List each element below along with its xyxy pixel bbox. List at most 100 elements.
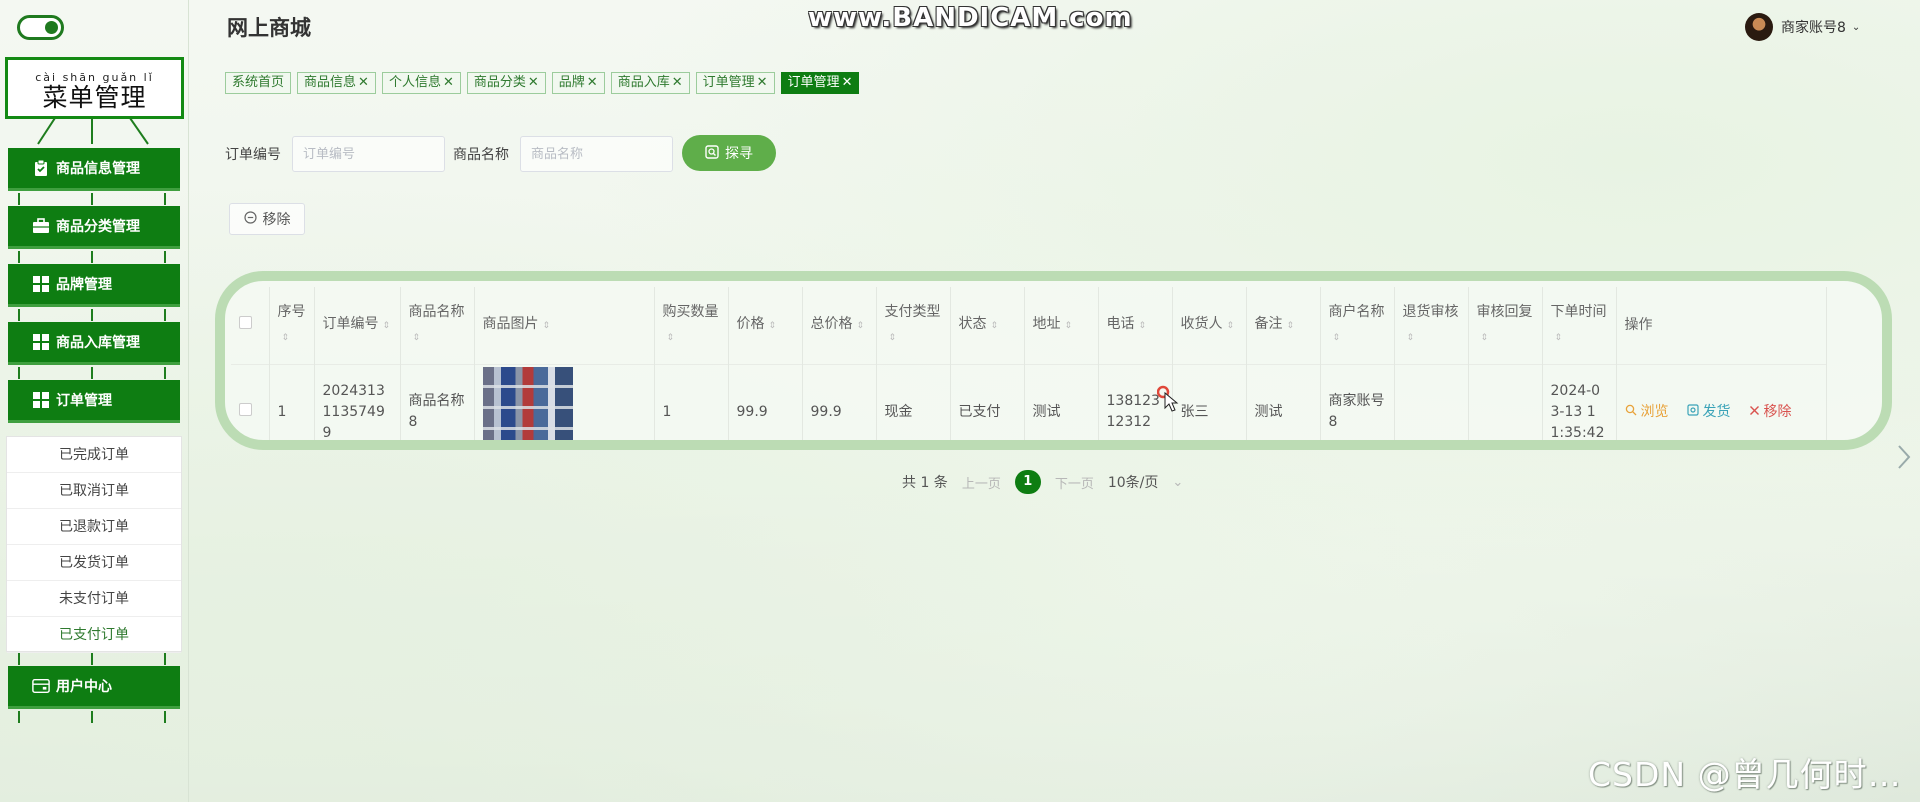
submenu-item-refunded[interactable]: 已退款订单	[7, 509, 181, 545]
col-header-product-name[interactable]: 商品名称⇕	[400, 287, 475, 364]
tab-product-info[interactable]: 商品信息 ✕	[297, 72, 376, 94]
sort-icon[interactable]: ⇕	[991, 321, 999, 331]
cell-total: 99.9	[802, 363, 877, 440]
sidebar: cài shān guǎn lǐ 菜单管理 商品信息管理 商品分类管理 品牌管理…	[0, 0, 189, 802]
user-menu[interactable]: 商家账号8 ⌄	[1745, 13, 1860, 41]
col-header-pay-type[interactable]: 支付类型⇕	[876, 287, 951, 364]
delete-action-label: 移除	[1763, 403, 1792, 420]
col-header-status[interactable]: 状态 ⇕	[950, 287, 1025, 364]
sort-icon[interactable]: ⇕	[1481, 333, 1489, 343]
col-header-phone[interactable]: 电话 ⇕	[1098, 287, 1173, 364]
order-no-input[interactable]	[292, 136, 445, 172]
order-table-container: 序号⇕ 订单编号 ⇕ 商品名称⇕ 商品图片 ⇕ 购买数量⇕ 价格 ⇕ 总价格 ⇕ 支付类…	[215, 271, 1892, 450]
sort-icon[interactable]: ⇕	[769, 321, 777, 331]
col-header-address[interactable]: 地址 ⇕	[1024, 287, 1099, 364]
select-all-checkbox[interactable]	[239, 316, 252, 330]
submenu-item-unpaid[interactable]: 未支付订单	[7, 581, 181, 617]
sidebar-item-product-info[interactable]: 商品信息管理	[8, 148, 180, 191]
sort-icon[interactable]: ⇕	[857, 321, 865, 331]
submenu-item-paid[interactable]: 已支付订单	[7, 617, 181, 653]
ship-icon	[1686, 402, 1699, 423]
menu-sign: cài shān guǎn lǐ 菜单管理	[5, 57, 184, 119]
sidebar-item-brand[interactable]: 品牌管理	[8, 264, 180, 307]
col-header-review-reply[interactable]: 审核回复⇕	[1468, 287, 1543, 364]
sort-icon[interactable]: ⇕	[1555, 333, 1563, 343]
tab-order-management[interactable]: 订单管理 ✕	[695, 72, 775, 94]
submenu-item-completed[interactable]: 已完成订单	[7, 437, 181, 473]
menu-sign-title: 菜单管理	[42, 83, 147, 112]
page-number-current[interactable]: 1	[1014, 470, 1041, 494]
sort-icon[interactable]: ⇕	[1407, 333, 1415, 343]
mouse-cursor-icon	[1157, 385, 1179, 412]
next-page-button[interactable]: 下一页	[1055, 473, 1094, 492]
tab-label: 品牌	[558, 75, 585, 90]
col-header-return-review[interactable]: 退货审核⇕	[1394, 287, 1469, 364]
close-icon[interactable]: ✕	[528, 75, 539, 90]
col-header-merchant[interactable]: 商户名称⇕	[1320, 287, 1395, 364]
tab-label: 订单管理	[787, 75, 840, 90]
close-icon[interactable]: ✕	[358, 75, 369, 90]
col-header-product-image[interactable]: 商品图片 ⇕	[474, 287, 655, 364]
sort-icon[interactable]: ⇕	[667, 333, 675, 343]
cell-product-image	[474, 363, 655, 440]
tab-home[interactable]: 系统首页	[225, 72, 292, 94]
sort-icon[interactable]: ⇕	[282, 333, 290, 343]
cell-status: 已支付	[950, 363, 1025, 440]
col-header-remark[interactable]: 备注 ⇕	[1246, 287, 1321, 364]
submenu-item-cancelled[interactable]: 已取消订单	[7, 473, 181, 509]
col-header-price[interactable]: 价格 ⇕	[728, 287, 803, 364]
chevron-right-icon[interactable]	[1894, 442, 1914, 472]
sort-icon[interactable]: ⇕	[413, 333, 421, 343]
row-checkbox[interactable]	[239, 402, 252, 416]
close-icon	[1749, 402, 1760, 423]
menu-connector	[8, 309, 180, 321]
sort-icon[interactable]: ⇕	[889, 333, 897, 343]
tab-brand[interactable]: 品牌 ✕	[551, 72, 605, 94]
grid-icon	[32, 391, 50, 409]
col-header-quantity[interactable]: 购买数量⇕	[654, 287, 729, 364]
sort-icon[interactable]: ⇕	[1139, 321, 1147, 331]
prev-page-button[interactable]: 上一页	[962, 473, 1001, 492]
col-header-receiver[interactable]: 收货人 ⇕	[1172, 287, 1247, 364]
close-icon[interactable]: ✕	[842, 75, 853, 90]
delete-action[interactable]: 移除	[1749, 402, 1792, 423]
sidebar-item-product-category[interactable]: 商品分类管理	[8, 206, 180, 249]
submenu-item-shipped[interactable]: 已发货订单	[7, 545, 181, 581]
col-header-index[interactable]: 序号⇕	[269, 287, 315, 364]
tab-order-management-active[interactable]: 订单管理 ✕	[780, 72, 860, 94]
sort-icon[interactable]: ⇕	[543, 321, 551, 331]
csdn-watermark: CSDN @曾几何时…	[1588, 755, 1902, 794]
sort-icon[interactable]: ⇕	[1065, 321, 1073, 331]
bulk-delete-button[interactable]: 移除	[229, 203, 305, 235]
clipboard-icon	[32, 159, 50, 177]
sidebar-item-product-stockin[interactable]: 商品入库管理	[8, 322, 180, 365]
product-thumbnail[interactable]	[482, 367, 573, 440]
sort-icon[interactable]: ⇕	[1287, 321, 1295, 331]
sort-icon[interactable]: ⇕	[1227, 321, 1235, 331]
sort-icon[interactable]: ⇕	[1333, 333, 1341, 343]
tab-product-stockin[interactable]: 商品入库 ✕	[610, 72, 690, 94]
sidebar-toggle-switch[interactable]	[17, 15, 64, 40]
sort-icon[interactable]: ⇕	[383, 321, 391, 331]
close-icon[interactable]: ✕	[672, 75, 683, 90]
search-icon	[705, 144, 719, 162]
order-table: 序号⇕ 订单编号 ⇕ 商品名称⇕ 商品图片 ⇕ 购买数量⇕ 价格 ⇕ 总价格 ⇕ 支付类…	[231, 287, 1827, 440]
order-submenu: 已完成订单 已取消订单 已退款订单 已发货订单 未支付订单 已支付订单	[6, 436, 182, 653]
close-icon[interactable]: ✕	[757, 75, 768, 90]
page-size-select[interactable]: 10条/页 ⌄	[1108, 472, 1183, 492]
close-icon[interactable]: ✕	[587, 75, 598, 90]
sidebar-item-user-center[interactable]: 用户中心	[8, 666, 180, 709]
product-name-input[interactable]	[520, 136, 673, 172]
sidebar-item-order-management[interactable]: 订单管理	[8, 380, 180, 423]
col-header-total[interactable]: 总价格 ⇕	[802, 287, 877, 364]
col-header-order-no[interactable]: 订单编号 ⇕	[314, 287, 401, 364]
tab-personal-info[interactable]: 个人信息 ✕	[381, 72, 461, 94]
view-action[interactable]: 浏览	[1625, 402, 1669, 423]
cell-review-reply	[1468, 363, 1543, 440]
search-button[interactable]: 探寻	[682, 135, 776, 171]
pagination-total: 共 1 条	[902, 475, 948, 491]
col-header-order-time[interactable]: 下单时间⇕	[1542, 287, 1617, 364]
close-icon[interactable]: ✕	[443, 75, 454, 90]
ship-action[interactable]: 发货	[1686, 402, 1731, 423]
tab-product-category[interactable]: 商品分类 ✕	[466, 72, 546, 94]
